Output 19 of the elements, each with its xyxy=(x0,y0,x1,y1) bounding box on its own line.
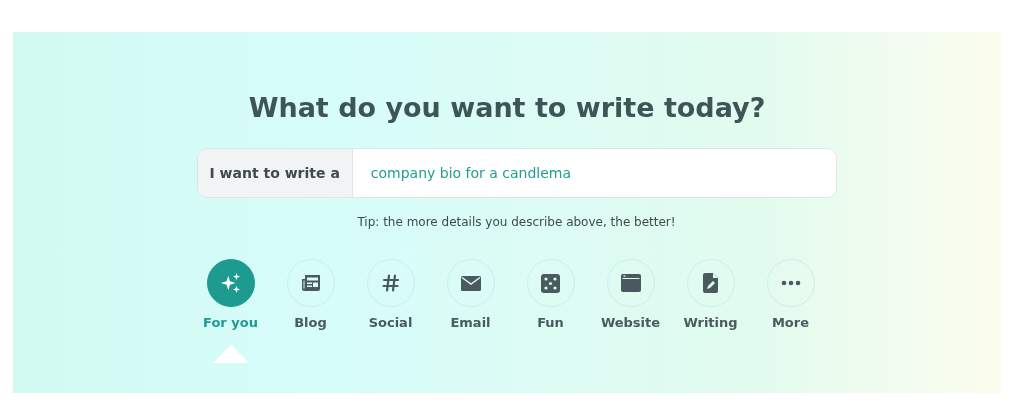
prompt-field[interactable]: I want to write a company bio for a candlema xyxy=(196,148,837,199)
tip-text: Tip: the more details you describe above, the better! xyxy=(357,215,676,230)
newspaper-icon xyxy=(300,274,321,293)
category-tab[interactable]: Writing xyxy=(672,259,749,364)
category-tab[interactable]: Website xyxy=(592,259,669,364)
envelope-icon xyxy=(460,275,481,291)
browser-window-icon xyxy=(620,274,641,293)
prompt-label: I want to write a xyxy=(197,149,353,198)
dice-icon xyxy=(541,273,560,293)
page-heading: What do you want to write today? xyxy=(248,92,766,125)
category-tab[interactable]: Email xyxy=(432,259,509,364)
document-pen-icon xyxy=(703,273,718,294)
more-icon xyxy=(780,280,801,287)
category-tab[interactable]: More xyxy=(752,259,829,364)
selection-pointer xyxy=(212,345,249,364)
category-tab[interactable]: Blog xyxy=(272,259,349,364)
hashtag-icon xyxy=(381,274,400,293)
category-tab[interactable]: Social xyxy=(352,259,429,364)
category-tab[interactable]: Fun xyxy=(512,259,589,364)
